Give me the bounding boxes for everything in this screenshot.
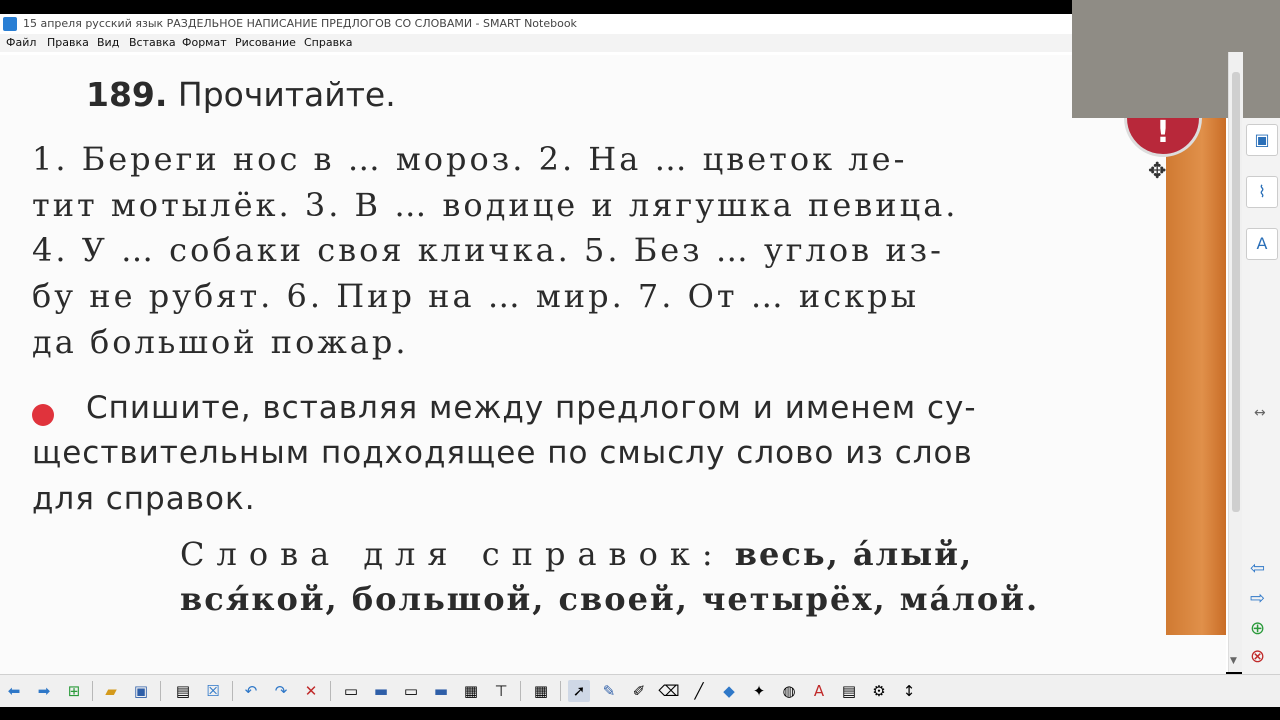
exercise-number: 189. xyxy=(86,75,168,114)
screen-shade-icon[interactable]: ▭ xyxy=(340,680,362,702)
task-line-2: ществительным подходящее по смыслу слово… xyxy=(32,435,973,471)
window-title: 15 апреля русский язык РАЗДЕЛЬНОЕ НАПИСА… xyxy=(23,17,577,30)
dual-display-icon[interactable]: ▭ xyxy=(400,680,422,702)
full-screen-icon[interactable]: ▬ xyxy=(370,680,392,702)
title-bar: 15 апреля русский язык РАЗДЕЛЬНОЕ НАПИСА… xyxy=(0,14,1072,34)
move-toolbar-icon[interactable]: ↕ xyxy=(898,680,920,702)
magic-pen-icon[interactable]: ✦ xyxy=(748,680,770,702)
menu-edit[interactable]: Правка xyxy=(47,34,89,52)
text-line-3: 4. У … собаки своя кличка. 5. Без … угло… xyxy=(32,231,944,269)
menu-help[interactable]: Справка xyxy=(304,34,352,52)
bullet-marker xyxy=(32,404,54,426)
settings-icon[interactable]: ⚙ xyxy=(868,680,890,702)
video-overlay xyxy=(1072,0,1280,118)
display-icon[interactable]: ▬ xyxy=(430,680,452,702)
vertical-scrollbar[interactable] xyxy=(1228,52,1243,672)
creative-pen-icon[interactable]: ✐ xyxy=(628,680,650,702)
eraser-icon[interactable]: ⌫ xyxy=(658,680,680,702)
menu-format[interactable]: Формат xyxy=(182,34,227,52)
toolbar-separator xyxy=(560,681,561,701)
forward-icon[interactable]: ➡ xyxy=(33,680,55,702)
exercise-heading: Прочитайте. xyxy=(177,75,396,114)
add-page-icon[interactable]: ⊕ xyxy=(1250,618,1265,639)
exercise-header: 189. Прочитайте. xyxy=(86,75,396,114)
move-icon[interactable]: ✥ xyxy=(1148,159,1166,184)
arrow-left-icon[interactable]: ⇦ xyxy=(1250,558,1265,579)
reference-label: Слова для справок: xyxy=(180,535,725,573)
delete-page-icon[interactable]: ⊗ xyxy=(1250,646,1265,667)
scroll-down-icon[interactable]: ▼ xyxy=(1230,656,1237,666)
open-folder-icon[interactable]: ▰ xyxy=(100,680,122,702)
attachments-tab[interactable]: ⌇ xyxy=(1246,176,1278,208)
toolbar-separator xyxy=(330,681,331,701)
bottom-toolbar: ⬅ ➡ ⊞ ▰ ▣ ▤ ☒ ↶ ↷ ✕ ▭ ▬ ▭ ▬ ▦ ⊤ ▦ ➚ ✎ ✐ … xyxy=(0,674,1280,707)
task-line-3: для справок. xyxy=(32,481,256,517)
textbook-page: 189. Прочитайте. 1. Береги нос в … мороз… xyxy=(0,55,1226,675)
warning-mark: ! xyxy=(1156,115,1170,150)
back-icon[interactable]: ⬅ xyxy=(3,680,25,702)
fill-icon[interactable]: ◍ xyxy=(778,680,800,702)
menu-view[interactable]: Вид xyxy=(97,34,119,52)
undo-icon[interactable]: ↶ xyxy=(240,680,262,702)
reference-words-2: вся́кой, большой, своей, четырёх, ма́лой… xyxy=(180,580,1040,618)
table-icon[interactable]: ▦ xyxy=(530,680,552,702)
pen-icon[interactable]: ✎ xyxy=(598,680,620,702)
text-line-1: 1. Береги нос в … мороз. 2. На … цветок … xyxy=(32,140,908,178)
save-icon[interactable]: ▣ xyxy=(130,680,152,702)
toolbar-separator xyxy=(160,681,161,701)
smart-notebook-icon xyxy=(3,17,17,31)
arrow-right-icon[interactable]: ⇨ xyxy=(1250,588,1265,609)
text-line-2: тит мотылёк. 3. В … водице и лягушка пев… xyxy=(32,186,959,224)
line-icon[interactable]: ╱ xyxy=(688,680,710,702)
document-camera-icon[interactable]: ⊤ xyxy=(490,680,512,702)
toolbar-separator xyxy=(92,681,93,701)
properties-icon[interactable]: ▤ xyxy=(838,680,860,702)
add-page-button-icon[interactable]: ⊞ xyxy=(63,680,85,702)
shapes-icon[interactable]: ◆ xyxy=(718,680,740,702)
reference-words-1: весь, а́лый, xyxy=(734,535,974,573)
scroll-thumb[interactable] xyxy=(1232,72,1240,512)
paste-icon[interactable]: ▤ xyxy=(172,680,194,702)
side-tabs-panel: ▣ ⌇ A ⇦ ⇨ ⊕ ⊗ xyxy=(1242,118,1280,674)
task-line-1: Спишите, вставляя между предлогом и имен… xyxy=(86,390,977,426)
page-edge-strip xyxy=(1166,118,1226,635)
redo-icon[interactable]: ↷ xyxy=(270,680,292,702)
toolbar-separator xyxy=(520,681,521,701)
toolbar-separator xyxy=(232,681,233,701)
menu-draw[interactable]: Рисование xyxy=(235,34,296,52)
screen-capture-icon[interactable]: ▦ xyxy=(460,680,482,702)
text-line-5: да большой пожар. xyxy=(32,323,409,361)
properties-tab[interactable]: A xyxy=(1246,228,1278,260)
page-sorter-tab[interactable]: ▣ xyxy=(1246,124,1278,156)
reference-line-1: Слова для справок: весь, а́лый, xyxy=(180,535,973,573)
menu-insert[interactable]: Вставка xyxy=(129,34,176,52)
delete-icon[interactable]: ☒ xyxy=(202,680,224,702)
resize-handle-icon[interactable]: ↔ xyxy=(1254,405,1266,421)
menu-file[interactable]: Файл xyxy=(6,34,36,52)
close-x-icon[interactable]: ✕ xyxy=(300,680,322,702)
select-pointer-icon[interactable]: ➚ xyxy=(568,680,590,702)
text-icon[interactable]: A xyxy=(808,680,830,702)
text-line-4: бу не рубят. 6. Пир на … мир. 7. От … ис… xyxy=(32,277,920,315)
